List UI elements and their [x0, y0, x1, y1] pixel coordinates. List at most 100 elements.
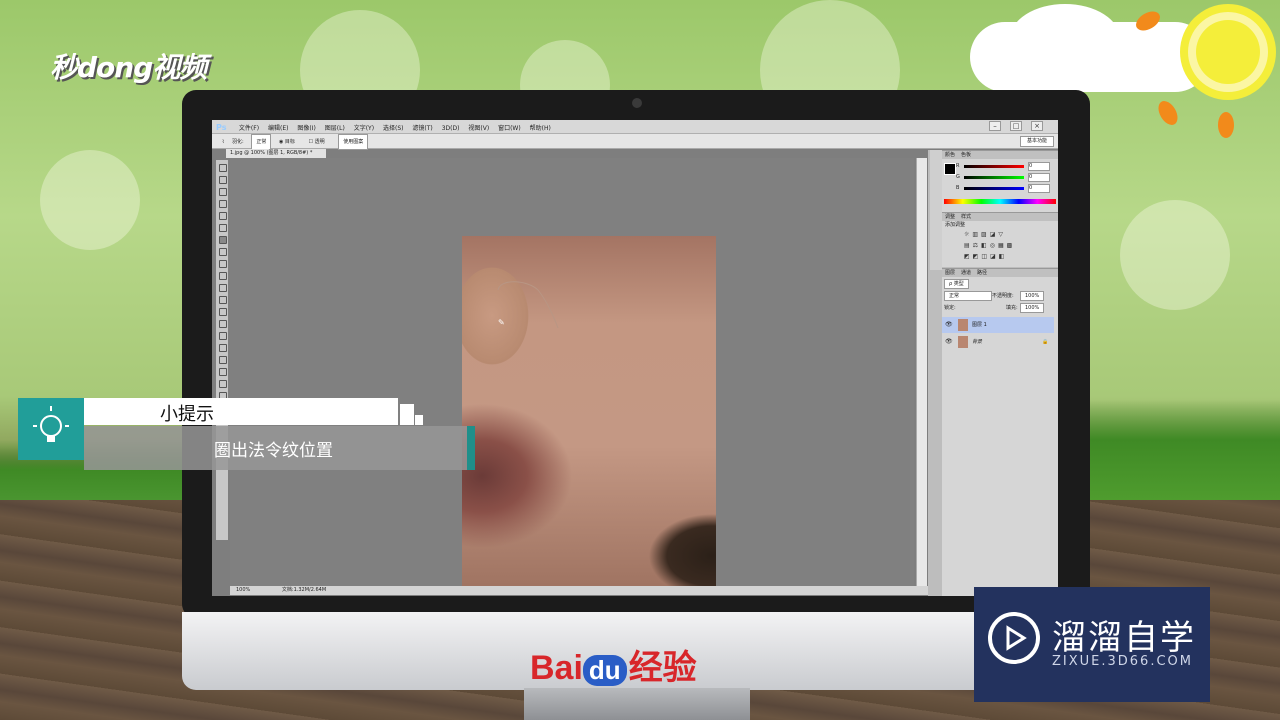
- adjustment-icons-row[interactable]: ☼▥▨◪▽: [964, 231, 1006, 238]
- hand-tool-icon[interactable]: [219, 380, 227, 388]
- eye-icon[interactable]: 👁: [945, 317, 953, 333]
- baidu-text-2: 经验: [628, 649, 697, 687]
- layer-row[interactable]: 👁 背景 🔒: [942, 334, 1054, 350]
- move-tool-icon[interactable]: [219, 164, 227, 172]
- pen-tool-icon[interactable]: [219, 332, 227, 340]
- adjustment-icons-row[interactable]: ◩◩◫◪◧: [964, 253, 1007, 260]
- shape-tool-icon[interactable]: [219, 368, 227, 376]
- tip-accent: [467, 426, 475, 470]
- patch-tool-icon[interactable]: [219, 236, 227, 244]
- doc-size: 文档:1.32M/2.64M: [281, 587, 327, 593]
- minimize-icon[interactable]: –: [989, 121, 1001, 131]
- brand-logo: 秒dong视频: [50, 51, 207, 84]
- type-tool-icon[interactable]: [219, 344, 227, 352]
- zoom-level[interactable]: 100%: [236, 587, 250, 593]
- window-controls: – □ ×: [987, 121, 1050, 131]
- brush-tool-icon[interactable]: [219, 248, 227, 256]
- lock-icon: 🔒: [1042, 339, 1049, 345]
- g-slider[interactable]: [964, 176, 1024, 179]
- eye-icon[interactable]: 👁: [945, 334, 953, 350]
- tip-decoration: [400, 404, 414, 425]
- fill-input[interactable]: 100%: [1020, 303, 1045, 313]
- gradient-tool-icon[interactable]: [219, 296, 227, 304]
- lasso-tool-icon[interactable]: ⌇: [222, 135, 224, 149]
- target-radio[interactable]: ◉ 目标: [279, 135, 301, 149]
- vertical-scrollbar[interactable]: [916, 158, 927, 586]
- panel-icon-strip: [930, 150, 942, 270]
- blend-mode-select[interactable]: 正常: [944, 291, 992, 301]
- tab-adjustments[interactable]: 调整: [945, 214, 955, 220]
- lasso-tool-icon[interactable]: [219, 188, 227, 196]
- layer-name: 图层 1: [972, 322, 987, 328]
- tools-panel: [216, 160, 228, 540]
- use-pattern-button[interactable]: 使用图案: [338, 134, 369, 150]
- layer-thumbnail: [958, 336, 968, 348]
- b-slider[interactable]: [964, 187, 1024, 190]
- sun-ray: [1218, 112, 1234, 138]
- grass: [1090, 400, 1280, 500]
- zixue-url: ZIXUE.3D66.COM: [1052, 654, 1193, 669]
- layer-name: 背景: [972, 339, 983, 345]
- status-bar: 100% 文档:1.32M/2.64M: [230, 586, 930, 595]
- g-label: G: [956, 174, 960, 180]
- photoshop-logo: Ps: [216, 123, 227, 132]
- dodge-tool-icon[interactable]: [219, 320, 227, 328]
- baidu-text-1: Bai: [530, 649, 583, 687]
- layer-filter-select[interactable]: ρ 类型: [944, 279, 969, 289]
- target-label: 目标: [284, 139, 295, 145]
- marquee-tool-icon[interactable]: [219, 176, 227, 184]
- tab-channels[interactable]: 通道: [961, 270, 971, 276]
- r-label: R: [956, 163, 960, 169]
- feather-label: 羽化:: [232, 139, 244, 145]
- layer-row[interactable]: 👁 图层 1: [942, 317, 1054, 333]
- lock-label: 锁定:: [944, 305, 956, 311]
- tab-color[interactable]: 颜色: [945, 152, 955, 158]
- adjustment-icons-row[interactable]: ▤⚖◧◎▦▩: [964, 242, 1015, 249]
- b-value[interactable]: 0: [1028, 184, 1050, 193]
- foreground-color-swatch[interactable]: [944, 163, 956, 175]
- r-value[interactable]: 0: [1028, 162, 1050, 171]
- tab-swatches[interactable]: 色板: [961, 152, 971, 158]
- g-value[interactable]: 0: [1028, 173, 1050, 182]
- path-select-icon[interactable]: [219, 356, 227, 364]
- canvas-area[interactable]: ✎: [230, 158, 914, 586]
- mode-select[interactable]: 正常: [251, 134, 272, 150]
- history-brush-icon[interactable]: [219, 272, 227, 280]
- opacity-input[interactable]: 100%: [1020, 291, 1045, 301]
- color-panel: 颜色 色板 R 0 G 0 B 0: [942, 150, 1058, 213]
- photoshop-window: Ps 文件(F) 编辑(E) 图像(I) 图层(L) 文字(Y) 选择(S) 滤…: [212, 120, 1058, 596]
- stamp-tool-icon[interactable]: [219, 260, 227, 268]
- quick-select-tool-icon[interactable]: [219, 200, 227, 208]
- right-panels: 颜色 色板 R 0 G 0 B 0 调整 样式 添加调整 ☼▥▨◪▽ ▤⚖◧◎▦▩ …: [928, 150, 1058, 596]
- fill-label: 填充:: [1006, 305, 1018, 311]
- maximize-icon[interactable]: □: [1010, 121, 1022, 131]
- close-icon[interactable]: ×: [1031, 121, 1043, 131]
- zixue-name: 溜溜自学: [1052, 618, 1196, 658]
- tab-layers[interactable]: 图层: [945, 270, 955, 276]
- play-icon: [988, 612, 1040, 664]
- cloud: [1010, 4, 1120, 74]
- lasso-cursor-icon: ✎: [498, 318, 505, 327]
- tab-styles[interactable]: 样式: [961, 214, 971, 220]
- adjustments-panel: 调整 样式 添加调整 ☼▥▨◪▽ ▤⚖◧◎▦▩ ◩◩◫◪◧: [942, 212, 1058, 267]
- layers-panel: 图层 通道 路径 ρ 类型 正常 不透明度: 100% 锁定: 填充: 100% 👁…: [942, 268, 1058, 596]
- tip-title-bar: [84, 398, 398, 425]
- adjustments-title: 添加调整: [945, 222, 966, 228]
- workspace-preset-select[interactable]: 基本功能: [1019, 136, 1054, 147]
- crop-tool-icon[interactable]: [219, 212, 227, 220]
- bokeh-light: [1120, 200, 1230, 310]
- eraser-tool-icon[interactable]: [219, 284, 227, 292]
- document-tab[interactable]: 1.jpg @ 100% (图层 1, RGB/8#) *: [226, 149, 326, 158]
- r-slider[interactable]: [964, 165, 1024, 168]
- tab-paths[interactable]: 路径: [977, 270, 987, 276]
- blur-tool-icon[interactable]: [219, 308, 227, 316]
- sun-ray: [1154, 97, 1182, 129]
- monitor-stand: [524, 688, 750, 720]
- transparent-checkbox[interactable]: ☐ 透明: [309, 135, 331, 149]
- bokeh-light: [40, 150, 140, 250]
- eyedropper-tool-icon[interactable]: [219, 224, 227, 232]
- lasso-selection-path: [497, 281, 559, 329]
- menu-bar: Ps 文件(F) 编辑(E) 图像(I) 图层(L) 文字(Y) 选择(S) 滤…: [212, 120, 1058, 134]
- color-spectrum[interactable]: [944, 199, 1056, 204]
- baidu-paw-badge: du: [582, 655, 627, 686]
